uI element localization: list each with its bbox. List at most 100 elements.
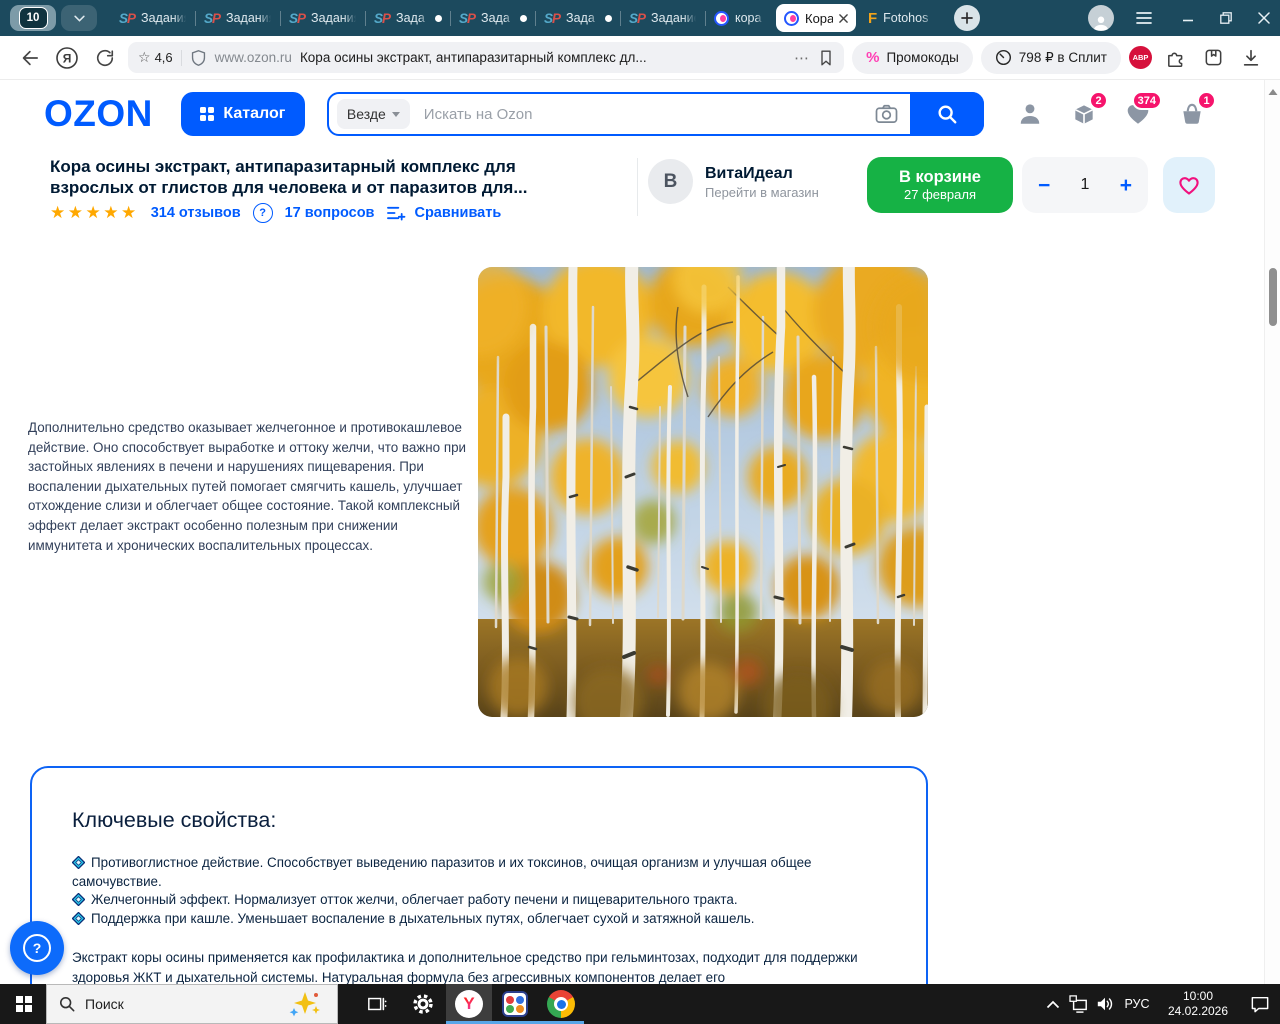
diamond-icon [72,893,85,906]
url-field[interactable]: ☆ 4,6 www.ozon.ru Кора осины экстракт, а… [128,42,845,73]
browser-tab[interactable]: S P Зада [451,0,535,36]
site-rating: ☆ 4,6 [138,49,173,66]
tab-list-chevron-button[interactable] [61,5,97,31]
network-tray-icon[interactable] [1066,984,1092,1024]
collections-button[interactable] [1198,43,1228,73]
product-title-line1: Кора осины экстракт, антипаразитарный ко… [50,157,516,176]
browser-tab[interactable]: S P Зада [366,0,450,36]
promocodes-button[interactable]: % Промокоды [852,41,973,74]
bookmark-icon[interactable] [818,49,834,67]
language-indicator[interactable]: РУС [1118,997,1156,1011]
search-submit-button[interactable] [910,92,984,136]
qty-plus-button[interactable]: + [1120,175,1132,196]
ozon-logo[interactable]: OZON [44,93,153,135]
tab-label: Fotohos [883,11,929,25]
key-property-text: Поддержка при кашле. Уменьшает воспалени… [91,910,755,926]
adblock-icon[interactable]: ABP [1129,46,1152,69]
task-view-button[interactable] [354,984,400,1024]
seller-block[interactable]: В ВитаИдеал Перейти в магазин [648,159,819,204]
scrollbar-thumb[interactable] [1269,268,1277,326]
browser-tab[interactable]: S P Задания [111,0,195,36]
refresh-button[interactable] [90,43,120,73]
favorite-button[interactable] [1163,157,1215,213]
diamond-icon [72,911,85,925]
tab-label: Кора [805,10,833,26]
tray-expand-button[interactable] [1040,984,1066,1024]
tab-unread-dot [435,14,442,22]
dots-app[interactable] [492,984,538,1024]
percent-icon: % [866,49,880,66]
tab-close-icon[interactable] [839,13,848,23]
search-input[interactable] [421,104,875,124]
more-icon[interactable]: ⋯ [794,49,810,67]
minimize-icon[interactable] [1182,12,1194,24]
yandex-button[interactable]: Я [52,43,82,73]
tab-count-button[interactable]: 10 [10,5,56,31]
new-tab-button[interactable] [954,5,980,31]
help-button[interactable]: ? [10,921,64,975]
window-controls [1182,12,1270,24]
close-window-icon[interactable] [1258,12,1270,24]
reviews-link[interactable]: 314 отзывов [151,205,241,221]
extensions-button[interactable] [1160,43,1190,73]
seller-shop-link[interactable]: Перейти в магазин [705,184,819,201]
shield-icon[interactable] [190,49,207,67]
cart-button[interactable]: 1 [1178,91,1216,128]
heart-outline-icon [1179,177,1199,195]
browser-tab[interactable]: S P Зада [536,0,620,36]
profile-button[interactable] [1016,100,1044,128]
diamond-icon [72,856,85,869]
tab-label: Зада [396,11,425,25]
yandex-browser-icon: Y [455,990,483,1018]
browser-tab[interactable]: кора ос [706,0,772,36]
tab-unread-dot [605,14,612,22]
product-image[interactable] [478,267,928,717]
speaker-icon [1097,997,1113,1011]
browser-tab[interactable]: F Fotohos [860,0,944,36]
downloads-button[interactable] [1236,43,1266,73]
key-property-item: Желчегонный эффект. Нормализует отток же… [72,891,886,910]
settings-button[interactable] [400,984,446,1024]
orders-button[interactable]: 2 [1070,91,1108,128]
screen: 10 S P Задания S P Задания S P Задания S P Зада S P За… [0,0,1280,1024]
qty-minus-button[interactable]: − [1038,175,1050,196]
key-property-item: Противоглистное действие. Способствует в… [72,854,886,891]
split-payment-button[interactable]: 798 ₽ в Сплит [980,41,1121,74]
compare-link[interactable]: Сравнивать [414,205,501,221]
notification-icon [1251,996,1269,1013]
quantity-stepper: − 1 + [1022,157,1148,213]
scroll-up-arrow-icon[interactable] [1268,88,1278,96]
browser-profile-avatar[interactable] [1088,5,1114,31]
browser-tab-active[interactable]: Кора [776,4,856,32]
browser-tab[interactable]: S P Задания [281,0,365,36]
sp-favicon: SP [459,10,476,26]
maximize-icon[interactable] [1220,12,1232,24]
questions-link[interactable]: 17 вопросов [285,205,375,221]
in-cart-button[interactable]: В корзине 27 февраля [867,157,1013,213]
browser-tab[interactable]: S P Задания [196,0,280,36]
chrome-app[interactable] [538,984,584,1024]
camera-search-button[interactable] [875,104,898,124]
tab-label: Зада [566,11,595,25]
volume-tray-icon[interactable] [1092,984,1118,1024]
taskbar-search[interactable]: Поиск [46,984,338,1024]
page-scrollbar[interactable] [1264,80,1280,984]
favorites-button[interactable]: 374 [1124,91,1162,128]
browser-tab[interactable]: S P Задание [621,0,705,36]
collections-icon [1205,49,1221,66]
clock[interactable]: 10:00 24.02.2026 [1156,989,1240,1019]
plus-icon [961,12,973,24]
refresh-icon [96,49,114,66]
yandex-browser-app[interactable]: Y [446,984,492,1024]
catalog-button[interactable]: Каталог [180,92,305,136]
back-button[interactable] [14,43,44,73]
action-center-button[interactable] [1240,984,1280,1024]
favorites-badge: 374 [1131,91,1162,110]
search-scope-dropdown[interactable]: Везде [336,99,410,129]
start-button[interactable] [16,996,32,1012]
taskbar-search-placeholder: Поиск [85,996,124,1012]
split-icon [995,49,1011,66]
menu-icon[interactable] [1136,12,1152,24]
rating-star-icon: ☆ [138,49,151,65]
key-properties-box: Ключевые свойства: Противоглистное дейст… [30,766,928,984]
